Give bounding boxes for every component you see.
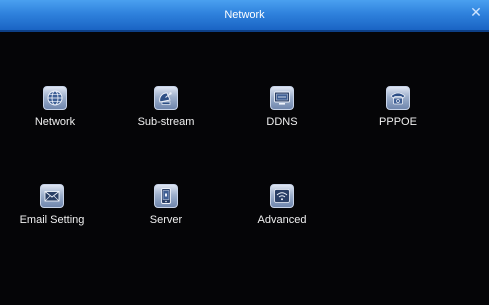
ddns-icon [270, 86, 294, 110]
globe-icon [43, 86, 67, 110]
satellite-icon [154, 86, 178, 110]
menu-item-server[interactable]: Server [116, 184, 216, 226]
network-window: Network ✕ Network Sub-stream DDNS PPPOE … [0, 0, 489, 305]
menu-item-label: Advanced [257, 214, 307, 226]
wifi-icon [270, 184, 294, 208]
mobile-icon [154, 184, 178, 208]
menu-item-label: Sub-stream [137, 116, 195, 128]
menu-item-ddns[interactable]: DDNS [232, 86, 332, 128]
menu-item-label: Email Setting [19, 214, 85, 226]
menu-item-email-setting[interactable]: Email Setting [2, 184, 102, 226]
menu-item-network[interactable]: Network [5, 86, 105, 128]
envelope-icon [40, 184, 64, 208]
window-title: Network [224, 9, 265, 21]
menu-item-label: Server [149, 214, 183, 226]
phone-icon [386, 86, 410, 110]
close-icon[interactable]: ✕ [469, 5, 483, 19]
menu-item-label: Network [34, 116, 76, 128]
menu-item-pppoe[interactable]: PPPOE [348, 86, 448, 128]
menu-item-label: DDNS [266, 116, 298, 128]
title-bar: Network ✕ [0, 0, 489, 32]
menu-item-sub-stream[interactable]: Sub-stream [116, 86, 216, 128]
menu-item-label: PPPOE [379, 116, 417, 128]
menu-item-advanced[interactable]: Advanced [232, 184, 332, 226]
